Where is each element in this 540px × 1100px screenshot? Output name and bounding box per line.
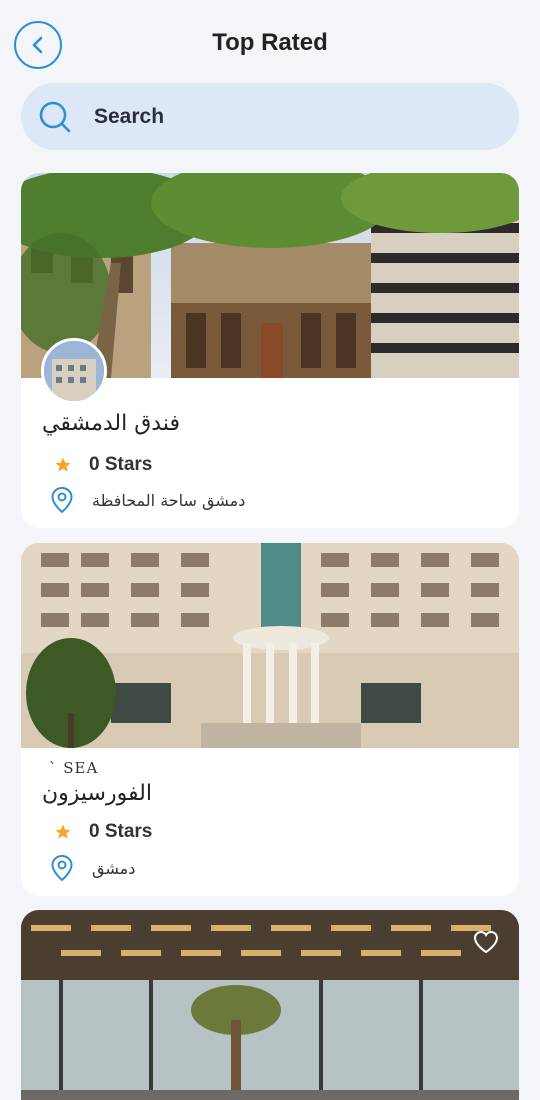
search-bar[interactable]: Search (21, 83, 519, 150)
hotel-logo-text: ` SEA (49, 759, 99, 777)
hotel-name: فندق الدمشقي (42, 411, 181, 436)
search-icon (39, 101, 71, 132)
rating-row: 0 Stars (54, 821, 152, 843)
page-title: Top Rated (212, 29, 328, 56)
hotel-name: الفورسيزون (42, 781, 152, 806)
location-row: دمشق ساحة المحافظة (50, 486, 245, 514)
location-label: دمشق ساحة المحافظة (92, 490, 246, 510)
heart-outline-icon[interactable] (473, 930, 499, 954)
hotel-card[interactable] (21, 910, 519, 1100)
location-label: دمشق (92, 858, 136, 878)
hotel-card[interactable]: ` SEA الفورسيزون 0 Stars دمشق (21, 543, 519, 896)
header: Top Rated (0, 0, 540, 84)
star-icon (55, 824, 71, 839)
stars-label: 0 Stars (89, 821, 153, 842)
stars-label: 0 Stars (89, 454, 153, 475)
hotel-card[interactable]: فندق الدمشقي 0 Stars دمشق ساحة المحافظة (21, 173, 519, 528)
location-row: دمشق (50, 854, 135, 882)
hotel-photo (21, 543, 519, 748)
location-pin-icon (51, 854, 73, 882)
location-pin-icon (51, 486, 73, 514)
hotel-avatar (41, 338, 107, 404)
rating-row: 0 Stars (54, 454, 152, 476)
search-input[interactable]: Search (94, 105, 164, 129)
hotel-photo (21, 910, 519, 1100)
star-icon (55, 457, 71, 472)
